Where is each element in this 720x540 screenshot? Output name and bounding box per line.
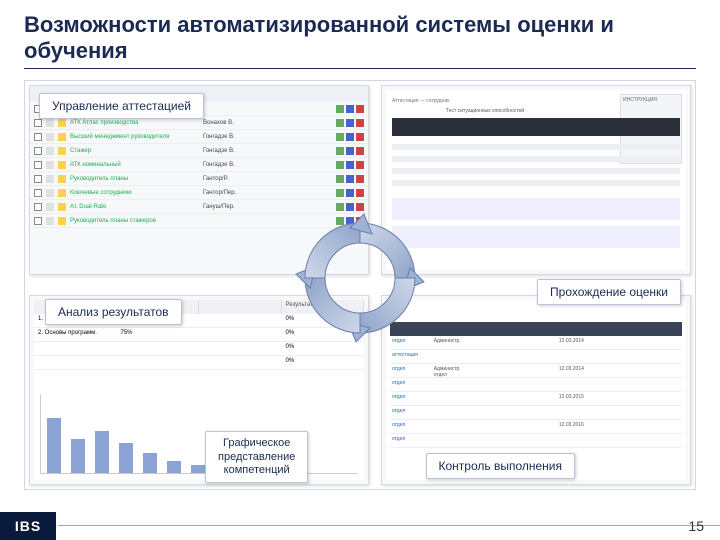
table-row: отдел12.03.2015: [390, 392, 682, 406]
bar: [71, 439, 85, 473]
tag-execution-control: Контроль выполнения: [426, 453, 576, 479]
table-row: Ключевые сотрудникиГантор/Пер.: [30, 186, 368, 200]
title-underline: [24, 68, 696, 69]
p3-bar-chart: [40, 394, 358, 474]
bar: [47, 418, 61, 473]
p2-darkbar: [392, 118, 680, 136]
bar: [119, 443, 133, 473]
footer: IBS 15: [0, 508, 720, 540]
footer-line: [58, 525, 720, 526]
table-row: СтажерГонгадзе В.: [30, 144, 368, 158]
content-frame: Руководитель по финансам и экономикеАТК …: [24, 80, 696, 490]
table-row: отделАдминистр.12.03.2014: [390, 336, 682, 350]
bar: [143, 453, 157, 473]
table-row: Руководитель планыГантор/Р.: [30, 172, 368, 186]
page-number: 15: [688, 518, 704, 534]
bar: [167, 461, 181, 473]
cycle-diagram: [290, 208, 430, 348]
bar: [95, 431, 109, 473]
tag-competency-graphics: Графическоепредставлениекомпетенций: [205, 431, 308, 483]
p2-subtitle: Тест ситуационных способностей: [446, 108, 524, 114]
table-row: аттестация: [390, 350, 682, 364]
table-row: отдел: [390, 406, 682, 420]
slide: Возможности автоматизированной системы о…: [0, 0, 720, 540]
p4-table-head: [390, 322, 682, 336]
table-row: отдел12.03.2016: [390, 420, 682, 434]
table-row: АТК номинальныйГонгадзе В.: [30, 158, 368, 172]
table-row: 0%: [34, 356, 364, 370]
p2-headline: Аттестация — сотрудник: [392, 98, 449, 104]
table-row: Высший менеджмент руководителяГонгадзе В…: [30, 130, 368, 144]
table-row: отдел: [390, 434, 682, 448]
table-row: отдел: [390, 378, 682, 392]
tag-attestation-mgmt: Управление аттестацией: [39, 93, 204, 119]
ibs-logo: IBS: [0, 512, 56, 540]
table-row: отделАдминистр. отдел12.03.2014: [390, 364, 682, 378]
tag-results-analysis: Анализ результатов: [45, 299, 182, 325]
bar: [191, 465, 205, 473]
slide-title: Возможности автоматизированной системы о…: [24, 12, 696, 65]
tag-assessment-passing: Прохождение оценки: [537, 279, 681, 305]
